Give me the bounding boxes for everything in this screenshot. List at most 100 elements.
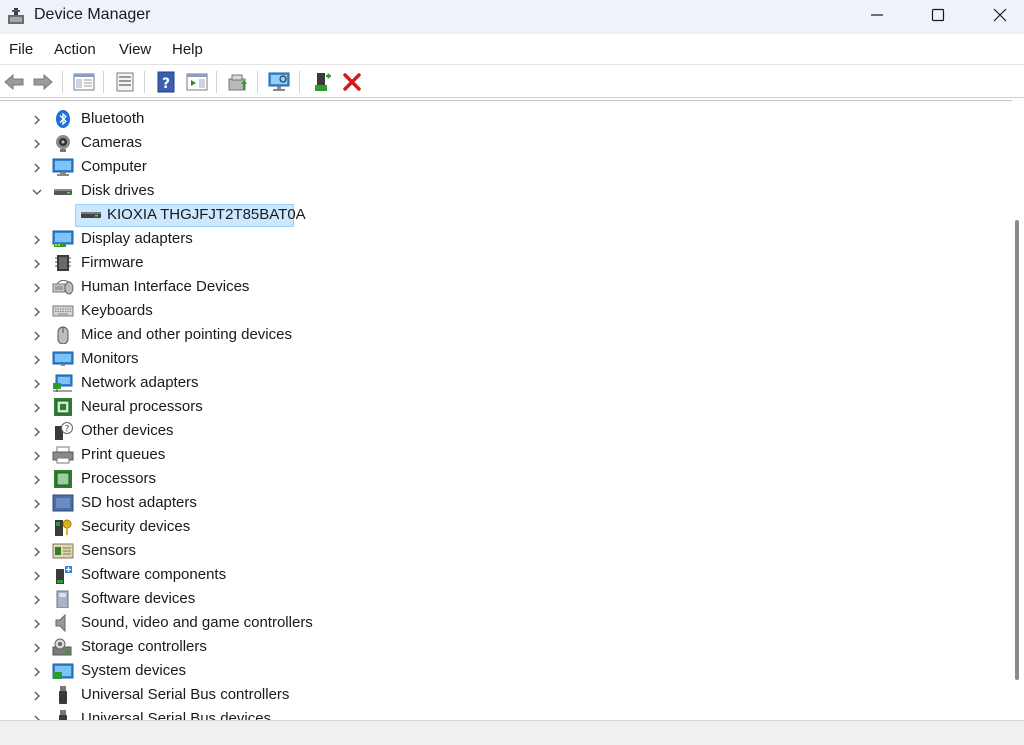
maximize-button[interactable] (907, 0, 969, 30)
chevron-right-icon[interactable] (30, 689, 44, 703)
forward-button[interactable] (30, 69, 56, 95)
chevron-right-icon[interactable] (30, 377, 44, 391)
chevron-right-icon[interactable] (30, 593, 44, 607)
tree-item-keyboards[interactable]: Keyboards (0, 299, 1000, 323)
tree-item-usb-controllers[interactable]: Universal Serial Bus controllers (0, 683, 1000, 707)
menu-view[interactable]: View (119, 41, 151, 58)
tree-item-human-interface-devices[interactable]: Human Interface Devices (0, 275, 1000, 299)
properties-button[interactable] (112, 69, 138, 95)
close-icon (993, 8, 1007, 22)
device-tree: Bluetooth Cameras Computer Disk drives K… (0, 100, 1012, 720)
chevron-right-icon[interactable] (30, 401, 44, 415)
chevron-right-icon[interactable] (30, 257, 44, 271)
tree-item-label: Print queues (81, 446, 166, 463)
menu-action[interactable]: Action (54, 41, 96, 58)
uninstall-device-button[interactable] (339, 69, 365, 95)
help-button[interactable]: ? (153, 69, 179, 95)
menu-help[interactable]: Help (172, 41, 203, 58)
toolbar-separator (103, 71, 104, 93)
chevron-right-icon[interactable] (30, 545, 44, 559)
update-driver-icon (228, 74, 247, 91)
uninstall-device-icon (343, 73, 361, 91)
update-driver-button[interactable] (225, 69, 251, 95)
chevron-right-icon[interactable] (30, 713, 44, 720)
action-pane-button[interactable] (184, 69, 210, 95)
tree-item-label: Software devices (81, 590, 196, 607)
chevron-right-icon[interactable] (30, 473, 44, 487)
close-button[interactable] (969, 0, 1024, 30)
chevron-right-icon[interactable] (30, 449, 44, 463)
tree-item-label: Other devices (81, 422, 174, 439)
tree-item-security-devices[interactable]: Security devices (0, 515, 1000, 539)
tree-item-label: Computer (81, 158, 147, 175)
sound-icon (55, 614, 66, 632)
chevron-right-icon[interactable] (30, 329, 44, 343)
firmware-icon (55, 255, 71, 271)
toolbar-separator (216, 71, 217, 93)
show-hide-console-tree-button[interactable] (71, 69, 97, 95)
forward-icon (33, 73, 53, 91)
chevron-right-icon[interactable] (30, 665, 44, 679)
tree-item-sd-host-adapters[interactable]: SD host adapters (0, 491, 1000, 515)
sensor-icon (52, 543, 74, 559)
tree-item-firmware[interactable]: Firmware (0, 251, 1000, 275)
tree-item-network-adapters[interactable]: Network adapters (0, 371, 1000, 395)
chevron-right-icon[interactable] (30, 305, 44, 319)
chevron-right-icon[interactable] (30, 233, 44, 247)
add-legacy-hardware-icon (315, 73, 331, 91)
chevron-right-icon[interactable] (30, 425, 44, 439)
chevron-right-icon[interactable] (30, 569, 44, 583)
tree-item-neural-processors[interactable]: Neural processors (0, 395, 1000, 419)
tree-item-label: Keyboards (81, 302, 153, 319)
scan-hardware-button[interactable] (266, 69, 292, 95)
tree-item-label: Network adapters (81, 374, 199, 391)
tree-item-processors[interactable]: Processors (0, 467, 1000, 491)
tree-item-label: Sensors (81, 542, 137, 559)
chevron-right-icon[interactable] (30, 617, 44, 631)
security-device-icon (55, 519, 72, 536)
tree-item-usb-devices[interactable]: Universal Serial Bus devices (0, 707, 1000, 720)
tree-item-software-components[interactable]: Software components (0, 563, 1000, 587)
tree-item-computer[interactable]: Computer (0, 155, 1000, 179)
tree-item-label: Human Interface Devices (81, 278, 250, 295)
tree-item-label: System devices (81, 662, 187, 679)
tree-item-label: Universal Serial Bus controllers (81, 686, 290, 703)
tree-item-print-queues[interactable]: Print queues (0, 443, 1000, 467)
tree-item-display-adapters[interactable]: Display adapters (0, 227, 1000, 251)
tree-item-disk-drives[interactable]: Disk drives (0, 179, 1000, 203)
chevron-right-icon[interactable] (30, 113, 44, 127)
camera-icon (56, 135, 70, 152)
chevron-right-icon[interactable] (30, 641, 44, 655)
add-legacy-hardware-button[interactable] (309, 69, 335, 95)
tree-item-label: Bluetooth (81, 110, 145, 127)
tree-item-sensors[interactable]: Sensors (0, 539, 1000, 563)
maximize-icon (931, 8, 945, 22)
disk-drive-icon (54, 189, 72, 195)
tree-item-label: Monitors (81, 350, 139, 367)
tree-child-kioxia-drive[interactable]: KIOXIA THGJFJT2T85BAT0A (0, 203, 1000, 227)
tree-item-cameras[interactable]: Cameras (0, 131, 1000, 155)
tree-item-other-devices[interactable]: ? Other devices (0, 419, 1000, 443)
tree-item-monitors[interactable]: Monitors (0, 347, 1000, 371)
chevron-right-icon[interactable] (30, 137, 44, 151)
menu-file[interactable]: File (9, 41, 33, 58)
display-adapter-icon (52, 230, 74, 247)
minimize-button[interactable] (846, 0, 908, 30)
tree-item-system-devices[interactable]: System devices (0, 659, 1000, 683)
chevron-right-icon[interactable] (30, 497, 44, 511)
tree-item-software-devices[interactable]: Software devices (0, 587, 1000, 611)
chevron-right-icon[interactable] (30, 161, 44, 175)
chevron-right-icon[interactable] (30, 353, 44, 367)
tree-item-sound-video-game-controllers[interactable]: Sound, video and game controllers (0, 611, 1000, 635)
back-button[interactable] (1, 69, 27, 95)
neural-processor-icon (54, 398, 72, 416)
tree-child-label: KIOXIA THGJFJT2T85BAT0A (107, 206, 306, 223)
chevron-right-icon[interactable] (30, 281, 44, 295)
scrollbar-thumb[interactable] (1015, 220, 1019, 680)
chevron-down-icon[interactable] (30, 185, 44, 199)
tree-item-storage-controllers[interactable]: Storage controllers (0, 635, 1000, 659)
network-adapter-icon (53, 374, 73, 392)
tree-item-bluetooth[interactable]: Bluetooth (0, 107, 1000, 131)
chevron-right-icon[interactable] (30, 521, 44, 535)
tree-item-mice[interactable]: Mice and other pointing devices (0, 323, 1000, 347)
